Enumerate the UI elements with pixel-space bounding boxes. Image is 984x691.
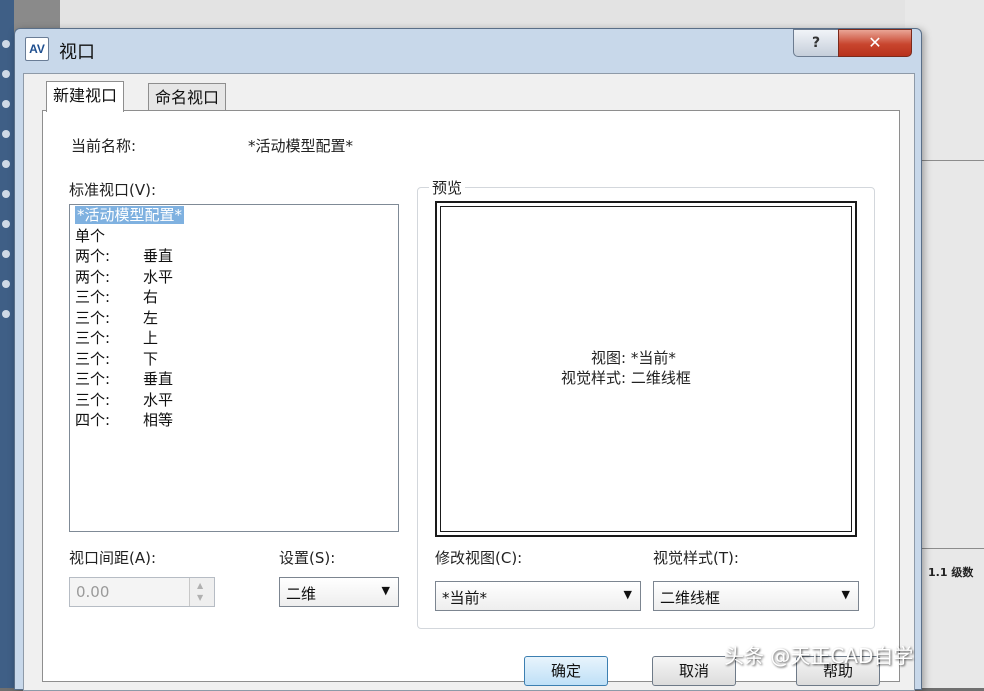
chevron-down-icon[interactable]: ▼ [842,588,850,601]
toolbar-dot [2,70,10,78]
cad-status-text: 1.1 级数 [928,566,974,579]
list-item[interactable]: 三个: 垂直 [70,369,398,390]
toolbar-dot [2,220,10,228]
setup-dropdown[interactable]: 二维 ▼ [279,577,399,607]
preview-frame: 视图: *当前* 视觉样式: 二维线框 [435,201,857,537]
toolbar-dot [2,40,10,48]
tab-new-viewports[interactable]: 新建视口 [46,81,125,112]
viewport-spacing-value: 0.00 [76,583,110,601]
preview-viewport[interactable]: 视图: *当前* 视觉样式: 二维线框 [440,206,852,532]
watermark-text: 头条 @天正CAD自学 [724,644,914,668]
autocad-app-icon: AV [25,37,49,61]
chevron-down-icon[interactable]: ▼ [624,588,632,601]
help-title-button[interactable]: ? [793,29,839,57]
close-icon: ✕ [868,33,882,52]
setup-value: 二维 [286,585,317,603]
current-name-label: 当前名称: [71,137,137,155]
list-item[interactable]: 三个: 水平 [70,390,398,411]
toolbar-dot [2,130,10,138]
current-name-value: *活动模型配置* [248,137,354,155]
list-item[interactable]: 三个: 右 [70,287,398,308]
modify-view-dropdown[interactable]: *当前* ▼ [435,581,641,611]
visual-style-value: 二维线框 [660,589,721,607]
cad-top-toolbar [60,0,984,31]
list-item[interactable]: 单个 [70,226,398,247]
viewport-spacing-input[interactable]: 0.00 ▲ ▼ [69,577,215,607]
toolbar-dot [2,160,10,168]
modify-view-label: 修改视图(C): [435,549,523,567]
cad-left-toolbar [0,0,14,688]
list-item[interactable]: 两个: 垂直 [70,246,398,267]
modify-view-value: *当前* [442,589,488,607]
title-bar[interactable]: AV 视口 ? ✕ [15,29,921,71]
close-button[interactable]: ✕ [838,29,912,57]
window-title: 视口 [59,42,95,63]
toolbar-dot [2,190,10,198]
list-item[interactable]: 四个: 相等 [70,410,398,431]
list-item[interactable]: 两个: 水平 [70,267,398,288]
toolbar-dot [2,280,10,288]
dialog-client-area: 新建视口 命名视口 当前名称: *活动模型配置* 标准视口(V): *活动模型配… [23,73,915,691]
preview-label: 预览 [429,177,466,198]
list-item[interactable]: 三个: 下 [70,349,398,370]
visual-style-label: 视觉样式(T): [653,549,739,567]
visual-style-dropdown[interactable]: 二维线框 ▼ [653,581,859,611]
standard-viewports-list[interactable]: *活动模型配置* 单个 两个: 垂直 两个: 水平 三个: 右 三个: 左 三个: 上 三… [69,204,399,532]
list-item[interactable]: *活动模型配置* [70,205,398,226]
list-item[interactable]: 三个: 左 [70,308,398,329]
chevron-down-icon[interactable]: ▼ [382,584,390,597]
preview-view-text: 视图: *当前* [591,349,676,367]
toolbar-dot [2,100,10,108]
spin-up-icon[interactable]: ▲ [197,581,203,590]
toolbar-dot [2,310,10,318]
standard-viewports-label: 标准视口(V): [69,181,157,199]
toolbar-dot [2,250,10,258]
list-item[interactable]: 三个: 上 [70,328,398,349]
spacing-spinner[interactable]: ▲ ▼ [189,578,214,606]
tab-panel-new-viewports: 当前名称: *活动模型配置* 标准视口(V): *活动模型配置* 单个 两个: 垂… [42,110,900,682]
spin-down-icon[interactable]: ▼ [197,593,203,602]
tab-named-viewports[interactable]: 命名视口 [148,83,227,112]
setup-label: 设置(S): [279,549,336,567]
preview-visual-style-text: 视觉样式: 二维线框 [561,369,691,387]
ok-button[interactable]: 确定 [524,656,608,686]
viewports-dialog: AV 视口 ? ✕ 新建视口 命名视口 当前名称: *活动模型配置* 标准视口(… [14,28,922,691]
viewport-spacing-label: 视口间距(A): [69,549,157,567]
